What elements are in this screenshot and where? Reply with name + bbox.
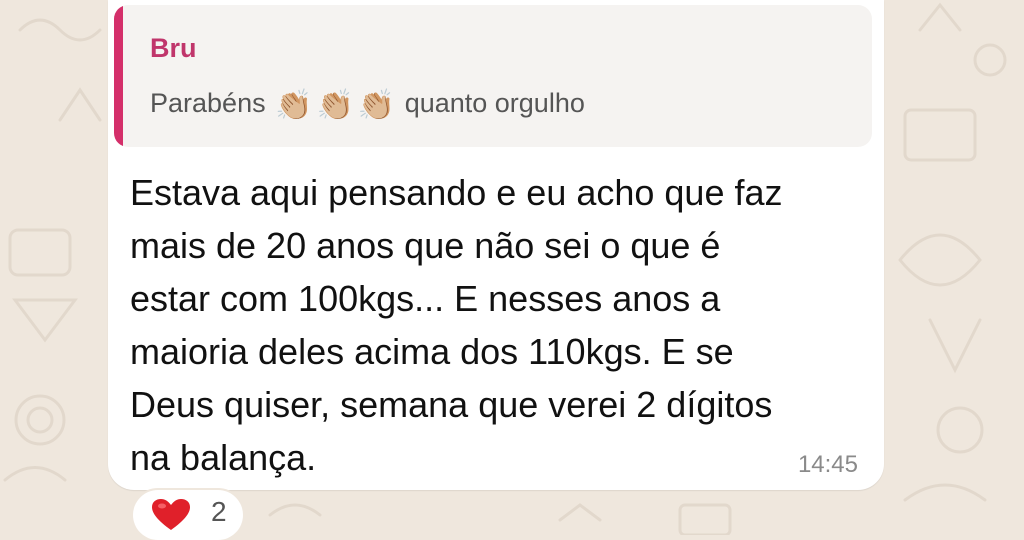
message-text: Estava aqui pensando e eu acho que faz m… xyxy=(130,166,870,484)
reply-quote-accent-bar xyxy=(114,5,123,147)
reply-quote-text-after: quanto orgulho xyxy=(404,88,585,118)
message-line: na balança. xyxy=(130,437,317,478)
reaction-count: 2 xyxy=(211,496,227,527)
reply-quote[interactable]: Bru Parabéns 👏🏼 👏🏼 👏🏼 quanto orgulho xyxy=(114,5,872,147)
reply-quote-author: Bru xyxy=(150,33,197,63)
clapping-hands-emoji-1: 👏🏼 xyxy=(275,89,313,122)
message-line: Estava aqui pensando e eu acho que faz xyxy=(130,172,783,213)
message-timestamp: 14:45 xyxy=(797,451,858,478)
reply-quote-text: Parabéns 👏🏼 👏🏼 👏🏼 quanto orgulho xyxy=(150,83,585,126)
clapping-hands-emoji-3: 👏🏼 xyxy=(357,89,396,122)
message-line: Deus quiser, semana que verei 2 dígitos xyxy=(130,384,773,425)
message-bubble[interactable]: Bru Parabéns 👏🏼 👏🏼 👏🏼 quanto orgulho Estav… xyxy=(108,0,884,490)
message-line: mais de 20 anos que não sei o que é xyxy=(130,225,721,266)
message-line: maioria deles acima dos 110kgs. E se xyxy=(130,331,734,372)
clapping-hands-emoji-2: 👏🏼 xyxy=(316,89,354,122)
heart-icon xyxy=(152,499,190,530)
reply-quote-text-before: Parabéns xyxy=(150,88,266,118)
reaction-pill[interactable]: 2 xyxy=(133,490,243,540)
message-line: estar com 100kgs... E nesses anos a xyxy=(130,278,721,319)
